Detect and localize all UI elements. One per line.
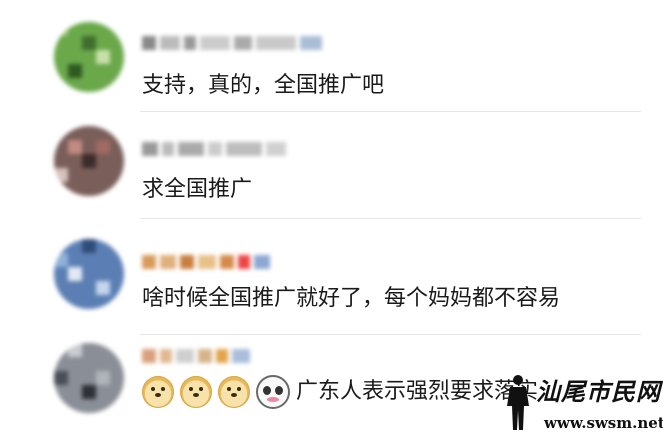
avatar[interactable] bbox=[54, 343, 124, 413]
comment-item: 求全国推广 bbox=[0, 112, 663, 218]
person-silhouette-icon bbox=[507, 375, 529, 430]
avatar[interactable] bbox=[54, 126, 124, 196]
comment-text: 支持，真的，全国推广吧 bbox=[142, 73, 385, 98]
doge-icon bbox=[218, 376, 250, 408]
avatar[interactable] bbox=[54, 22, 124, 92]
username-blurred[interactable] bbox=[142, 251, 270, 273]
comment-item: 支持，真的，全国推广吧 bbox=[0, 0, 663, 115]
doge-icon bbox=[180, 376, 212, 408]
avatar[interactable] bbox=[54, 239, 124, 309]
watermark-brand: 汕尾市民网 bbox=[536, 377, 661, 406]
panda-icon bbox=[256, 375, 290, 409]
comment-text: 求全国推广 bbox=[142, 177, 253, 202]
username-blurred[interactable] bbox=[142, 138, 286, 160]
watermark-url: www.swsm.net bbox=[544, 414, 663, 432]
comment-item: 啥时候全国推广就好了，每个妈妈都不容易 bbox=[0, 219, 663, 334]
comment-text: 啥时候全国推广就好了，每个妈妈都不容易 bbox=[142, 286, 561, 311]
comment-emoji-row: 广东人表示强烈要求落实 bbox=[142, 375, 538, 409]
username-blurred[interactable] bbox=[142, 345, 250, 367]
watermark: 汕尾市民网 www.swsm.net bbox=[500, 370, 663, 440]
doge-icon bbox=[142, 376, 174, 408]
username-blurred[interactable] bbox=[142, 32, 322, 54]
